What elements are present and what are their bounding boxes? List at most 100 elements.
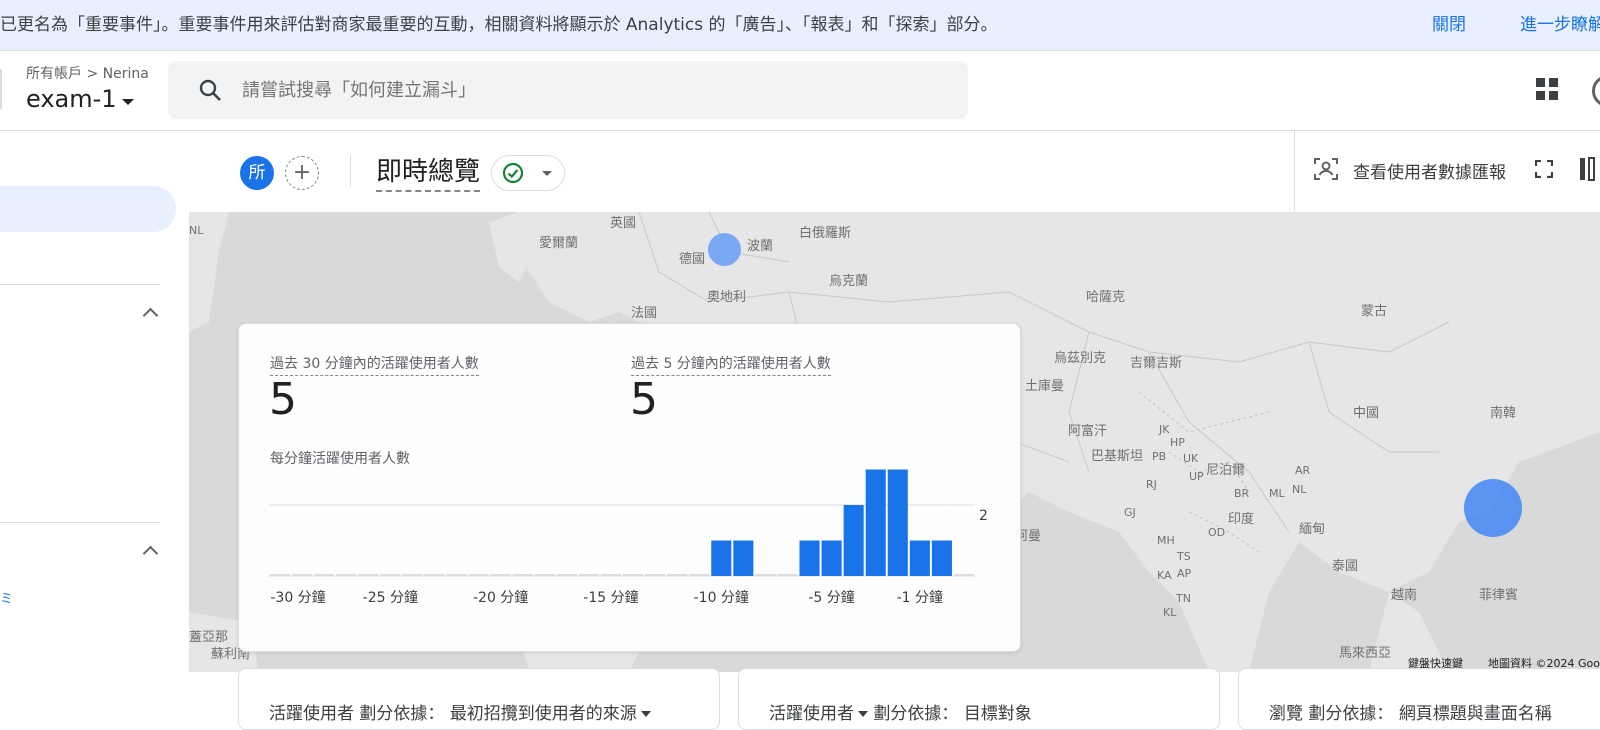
user-location-bubble[interactable] [1464,479,1522,537]
check-circle-icon [502,162,524,184]
chart-bar[interactable] [843,505,864,576]
property-selector[interactable]: exam-1 [26,85,117,113]
map-label: 蒙古 [1361,304,1388,319]
chart-bar[interactable] [777,574,798,576]
map-region-label: KA [1157,569,1172,582]
chart-bar[interactable] [468,574,489,576]
chart-bar[interactable] [600,574,621,576]
users-30min-label[interactable]: 過去 30 分鐘內的活躍使用者人數 [270,353,479,376]
card-dimension-label: 劃分依據： [873,704,959,724]
chart-bar[interactable] [578,574,599,576]
map-region-label: GJ [1124,506,1136,519]
chart-bar[interactable] [534,574,555,576]
columns-icon[interactable] [1579,157,1600,181]
chart-bar[interactable] [358,574,379,576]
chart-bar[interactable] [402,574,423,576]
per-minute-bar-chart[interactable]: 2 -30 分鐘 -25 分鐘 -20 分鐘 -15 分鐘 -10 分鐘 -5 分鐘 -1 分… [269,464,999,624]
header-divider [0,69,2,109]
banner-learn-more-link[interactable]: 進一步瞭解 [1520,10,1600,35]
caret-down-icon[interactable] [640,711,651,717]
sidebar-link-fragment[interactable]: ミ [0,588,13,607]
chart-bar[interactable] [512,574,533,576]
map-label: 越南 [1391,588,1418,603]
comparison-chip-all-users[interactable]: 所 [240,156,274,190]
map-label: 哈薩克 [1086,290,1126,305]
chart-bar[interactable] [887,469,908,577]
map-label: 愛爾蘭 [539,236,579,251]
card-metric: 瀏覽 [1269,704,1303,724]
map-region-label: AP [1177,567,1192,580]
card-title[interactable]: 瀏覽 劃分依據： 網頁標題與畫面名稱 [1269,699,1552,724]
map-label: 法國 [631,306,658,321]
sidebar-divider [0,522,160,523]
users-5min-label[interactable]: 過去 5 分鐘內的活躍使用者人數 [631,353,831,376]
chart-bar[interactable] [799,540,820,577]
chevron-up-icon[interactable] [142,545,159,562]
chart-bar[interactable] [270,574,291,576]
chart-bar[interactable] [380,574,401,576]
card-dimension[interactable]: 最初招攬到使用者的來源 [450,704,637,724]
banner-close-link[interactable]: 關閉 [1432,10,1466,35]
caret-down-icon[interactable] [858,711,868,717]
chart-bar[interactable] [931,540,952,577]
card-metric[interactable]: 活躍使用者 [769,704,854,724]
map-label: 馬來西亞 [1339,646,1392,661]
app-header: 所有帳戶 > Nerina exam-1 [0,51,1600,131]
chart-bar[interactable] [909,540,930,577]
chart-bar[interactable] [645,574,666,576]
user-snapshot-icon[interactable] [1313,156,1339,182]
chart-x-tick-label: -10 分鐘 [694,589,749,606]
card-title[interactable]: 活躍使用者 劃分依據： 目標對象 [769,699,1032,724]
chart-bar[interactable] [292,574,313,576]
map-region-label: HP [1170,436,1185,449]
card-title[interactable]: 活躍使用者 劃分依據： 最初招攬到使用者的來源 [269,699,651,724]
card-dimension-label: 劃分依據： [1308,704,1394,724]
chart-bar[interactable] [490,574,511,576]
map-region-label: UP [1189,470,1204,483]
apps-grid-icon[interactable] [1535,77,1559,101]
fullscreen-icon[interactable] [1535,160,1553,178]
chart-bar[interactable] [336,574,357,576]
chart-bar[interactable] [314,574,335,576]
map-region-label: ML [1269,487,1285,500]
map-label: 菲律賓 [1479,588,1519,603]
chart-bar[interactable] [865,469,886,577]
map-region-label: TS [1177,550,1191,563]
chart-x-tick-label: -25 分鐘 [363,589,418,606]
chart-x-tick-label: -5 分鐘 [808,589,854,606]
map-region-label: PB [1152,450,1167,463]
chart-bar[interactable] [623,574,644,576]
search-bar[interactable] [168,61,968,119]
notice-banner: 已更名為「重要事件」。重要事件用來評估對商家最重要的互動，相關資料將顯示於 An… [0,0,1600,51]
chart-bar[interactable] [424,574,445,576]
chevron-up-icon[interactable] [142,307,159,324]
caret-down-icon [542,171,552,176]
add-comparison-button[interactable]: + [285,156,319,190]
chart-x-tick-label: -15 分鐘 [583,589,638,606]
toolbar-divider [350,155,351,187]
chart-bar[interactable] [667,574,688,576]
map-label: 烏茲別克 [1054,351,1107,366]
chart-bar[interactable] [953,574,974,576]
map-region-label: KL [1163,606,1177,619]
card-dimension: 網頁標題與畫面名稱 [1398,704,1552,724]
breadcrumb[interactable]: 所有帳戶 > Nerina [26,63,149,83]
chart-bar[interactable] [733,540,754,577]
search-input[interactable] [242,61,942,119]
user-location-bubble[interactable] [708,233,741,266]
chart-bar[interactable] [711,540,732,577]
report-actions: 查看使用者數據匯報 [1294,131,1600,211]
report-status-dropdown[interactable] [491,155,565,191]
help-icon[interactable] [1592,75,1600,107]
map-label: 英國 [610,216,637,231]
map-label: 吉爾吉斯 [1130,356,1183,371]
map-label: 土庫曼 [1025,379,1065,394]
sidebar-item-active[interactable] [0,186,176,232]
chart-bar[interactable] [755,574,776,576]
chart-bar[interactable] [821,540,842,577]
chart-bar[interactable] [689,574,710,576]
user-snapshot-button[interactable]: 查看使用者數據匯報 [1353,158,1506,183]
chart-bar[interactable] [556,574,577,576]
caret-down-icon[interactable] [122,99,134,105]
chart-bar[interactable] [446,574,467,576]
